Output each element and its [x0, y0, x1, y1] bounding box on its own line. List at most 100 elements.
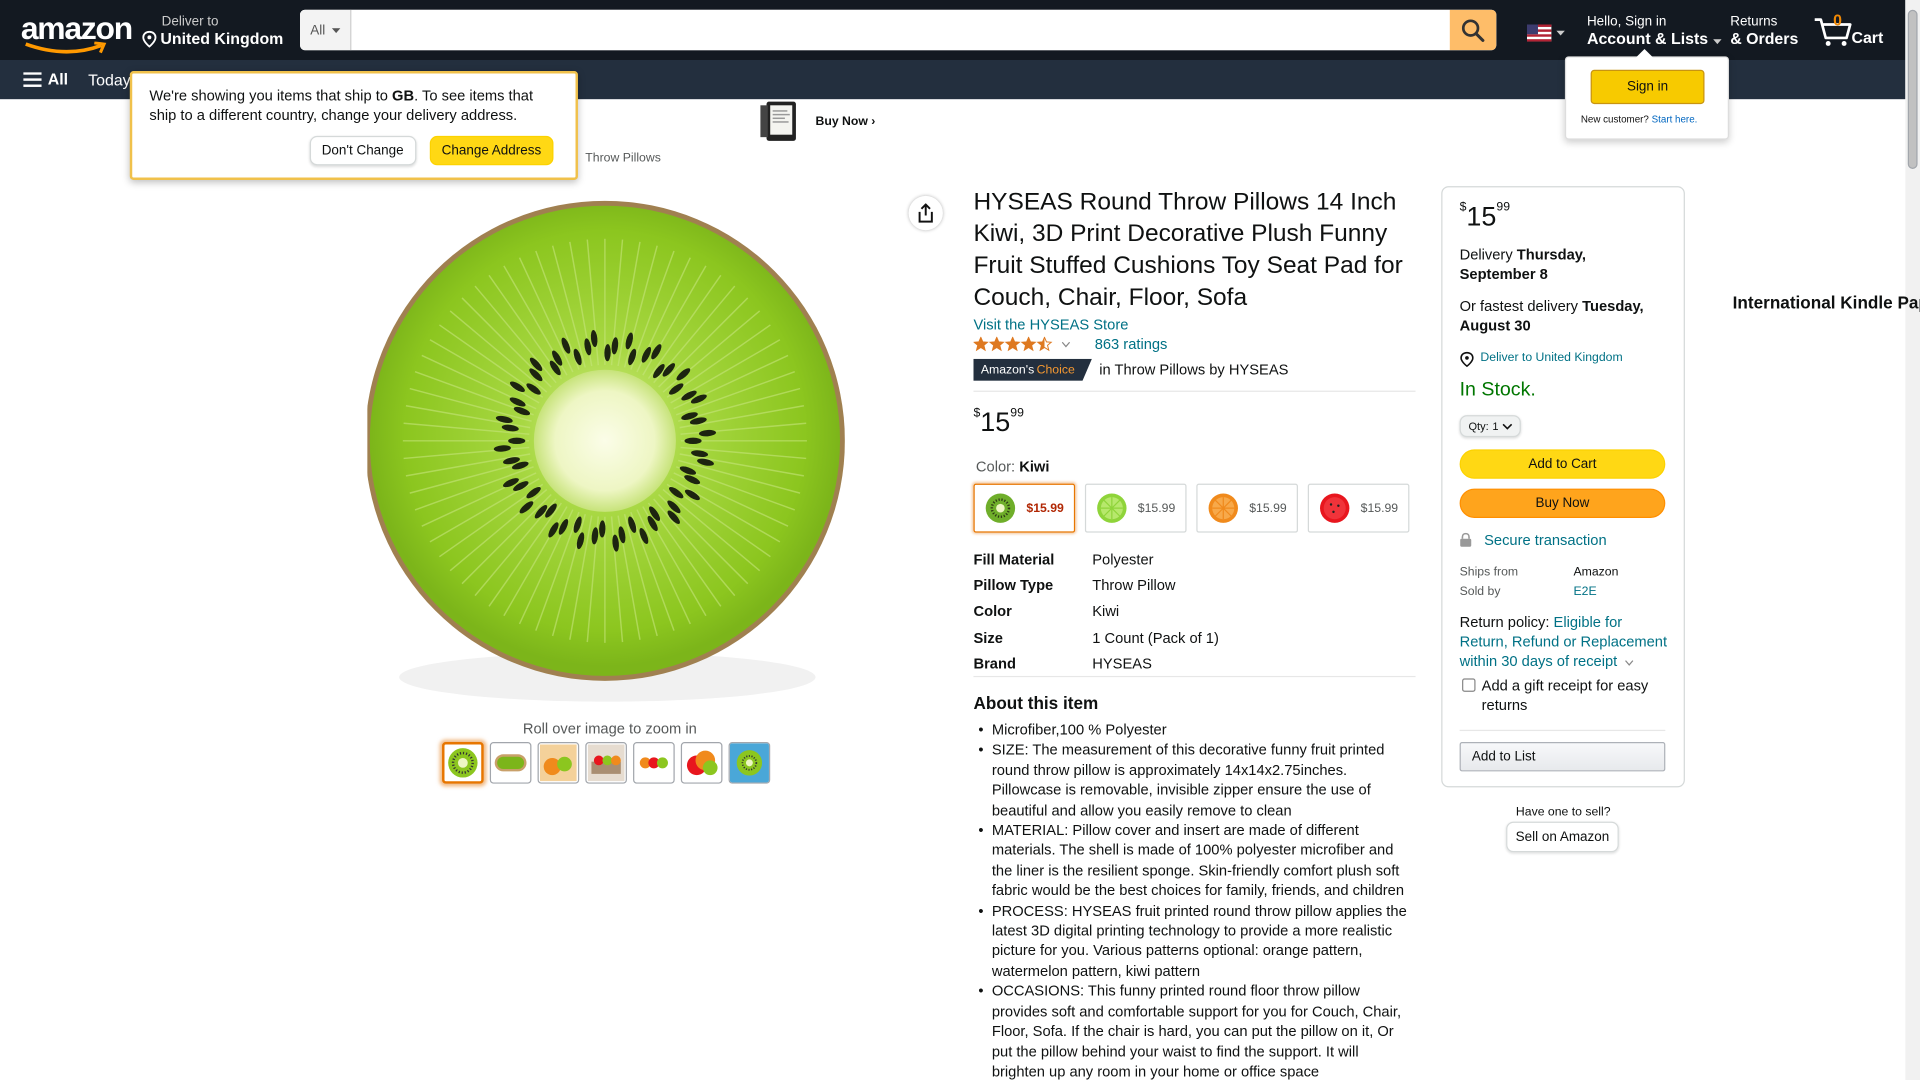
lock-icon: [1460, 532, 1472, 547]
product-specs: Fill Material Polyester Pillow Type Throw …: [973, 546, 1218, 676]
about-item: PROCESS: HYSEAS fruit printed round thro…: [978, 901, 1416, 981]
banner-title: International Kindle Paperwhite: [1732, 292, 1920, 313]
spec-row: Pillow Type Throw Pillow: [973, 576, 1176, 594]
chevron-down-icon[interactable]: [1061, 341, 1071, 347]
deliver-to-link[interactable]: Deliver to United Kingdom: [1460, 349, 1623, 369]
gift-receipt-checkbox[interactable]: [1462, 678, 1476, 692]
banner-buy-now[interactable]: Buy Now ›: [816, 114, 876, 127]
hamburger-icon: [23, 71, 42, 87]
thumbnail-2[interactable]: [489, 742, 532, 784]
product-title: HYSEAS Round Throw Pillows 14 Inch Kiwi,…: [973, 188, 1403, 312]
pillow-side-thumb-icon: [494, 754, 527, 772]
kiwi-swatch-icon: [985, 493, 1016, 523]
ship-to-popover: We're showing you items that ship to GB.…: [129, 71, 578, 181]
scrollbar-thumb[interactable]: [1907, 9, 1918, 169]
buy-now-button[interactable]: Buy Now: [1459, 488, 1666, 518]
thumbnail-6[interactable]: [680, 742, 723, 784]
ship-country: GB: [392, 86, 415, 105]
product-main-image[interactable]: [367, 187, 845, 718]
add-to-cart-button[interactable]: Add to Cart: [1459, 449, 1666, 479]
amazons-choice: Amazon's Choice in Throw Pillows by HYSEA…: [973, 358, 1288, 381]
seller-link[interactable]: E2E: [1573, 583, 1596, 603]
language-selector[interactable]: [1526, 24, 1565, 42]
search-submit-button[interactable]: [1449, 9, 1497, 51]
all-menu-button[interactable]: All: [23, 70, 68, 88]
color-label: Color: Kiwi: [975, 457, 1050, 476]
product-price: $1599: [973, 406, 1024, 438]
quantity-select[interactable]: Qty: 1: [1459, 415, 1521, 438]
deliver-to-location[interactable]: Deliver to United Kingdom: [142, 15, 283, 48]
ships-from-value: Amazon: [1573, 565, 1619, 580]
amazon-logo[interactable]: amazon: [21, 12, 133, 54]
star-rating-icon[interactable]: [973, 336, 1054, 352]
smile-icon: [25, 41, 107, 54]
swatch-orange[interactable]: $15.99: [1196, 483, 1298, 533]
account-lists-menu[interactable]: Hello, Sign in Account & Lists: [1587, 15, 1722, 48]
search-icon: [1461, 18, 1485, 42]
change-address-button[interactable]: Change Address: [429, 135, 554, 166]
location-pin-icon: [142, 30, 157, 48]
search-input[interactable]: [351, 9, 1450, 51]
delivery-date: Delivery Thursday, September 8: [1459, 246, 1586, 283]
cart-count: 0: [1833, 11, 1842, 30]
caret-down-icon: [1712, 39, 1722, 45]
page-scrollbar[interactable]: [1905, 0, 1920, 1080]
sell-question: Have one to sell?: [1515, 805, 1611, 820]
cart-button[interactable]: 0 Cart: [1813, 11, 1886, 49]
returns-orders-link[interactable]: Returns & Orders: [1730, 15, 1798, 48]
location-pin-icon: [1460, 351, 1474, 367]
chevron-down-icon: [1502, 423, 1512, 430]
watermelon-swatch-icon: [1320, 493, 1350, 523]
divider: [973, 390, 1416, 392]
amazons-choice-badge: Amazon's Choice: [973, 358, 1092, 381]
ships-sold-info: Ships from Amazon Sold by E2E: [1460, 563, 1619, 602]
breadcrumb[interactable]: Throw Pillows: [585, 152, 661, 165]
orange-swatch-icon: [1208, 493, 1239, 523]
kiwi-blue-bg-thumb-icon: [729, 743, 769, 783]
caret-down-icon: [331, 27, 340, 33]
start-here-link[interactable]: Start here.: [1652, 114, 1698, 125]
stacked-pillows-thumb-icon: [686, 750, 718, 776]
three-colors-thumb-icon: [639, 757, 668, 769]
chevron-down-icon[interactable]: [1625, 660, 1634, 666]
ratings-count-link[interactable]: 863 ratings: [1095, 336, 1168, 353]
store-link[interactable]: Visit the HYSEAS Store: [973, 316, 1128, 333]
about-item: SIZE: The measurement of this decorative…: [978, 740, 1416, 820]
top-nav: amazon Deliver to United Kingdom All Hel…: [0, 0, 1906, 61]
ratings-row: 863 ratings: [973, 336, 1167, 353]
secure-transaction-link[interactable]: Secure transaction: [1460, 531, 1607, 549]
sell-on-amazon-button[interactable]: Sell on Amazon: [1506, 821, 1619, 853]
search-department-select[interactable]: All: [300, 9, 352, 51]
dont-change-button[interactable]: Don't Change: [309, 135, 416, 166]
lime-swatch-icon: [1097, 493, 1127, 523]
color-swatches: $15.99 $15.99 $15.99 $15.99: [973, 483, 1410, 533]
divider: [973, 675, 1416, 678]
share-button[interactable]: [908, 195, 943, 231]
gift-receipt-option: Add a gift receipt for easy returns: [1462, 676, 1653, 715]
swatch-lime[interactable]: $15.99: [1084, 483, 1187, 533]
buybox-price: $1599: [1459, 200, 1511, 232]
spec-row: Color Kiwi: [973, 602, 1120, 620]
thumbnail-1[interactable]: [442, 742, 484, 784]
thumbnail-strip: [442, 742, 771, 784]
kindle-banner[interactable]: International Kindle Paperwhite Buy Now …: [759, 100, 1920, 312]
kiwi-thumb-icon: [448, 748, 478, 778]
thumbnail-7[interactable]: [728, 742, 771, 784]
about-item: Microfiber,100 % Polyester: [978, 720, 1416, 741]
room-scene-thumb-icon: [587, 744, 625, 782]
thumbnail-3[interactable]: [537, 742, 580, 784]
about-list: Microfiber,100 % Polyester SIZE: The mea…: [978, 720, 1416, 1080]
about-heading: About this item: [973, 693, 1099, 713]
kindle-device-icon: [760, 101, 796, 141]
swatch-watermelon[interactable]: $15.99: [1307, 483, 1410, 533]
about-item: OCCASIONS: This funny printed round floo…: [978, 981, 1416, 1080]
signin-flyout: Sign in New customer? Start here.: [1564, 48, 1729, 140]
swatch-kiwi[interactable]: $15.99: [973, 483, 1076, 533]
thumbnail-5[interactable]: [633, 742, 675, 784]
fruit-trio-thumb-icon: [540, 744, 577, 782]
thumbnail-4[interactable]: [585, 742, 627, 784]
signin-button[interactable]: Sign in: [1590, 69, 1705, 105]
search-bar: All: [300, 9, 1497, 51]
divider: [1459, 729, 1666, 732]
add-to-list-button[interactable]: Add to List: [1459, 742, 1666, 772]
